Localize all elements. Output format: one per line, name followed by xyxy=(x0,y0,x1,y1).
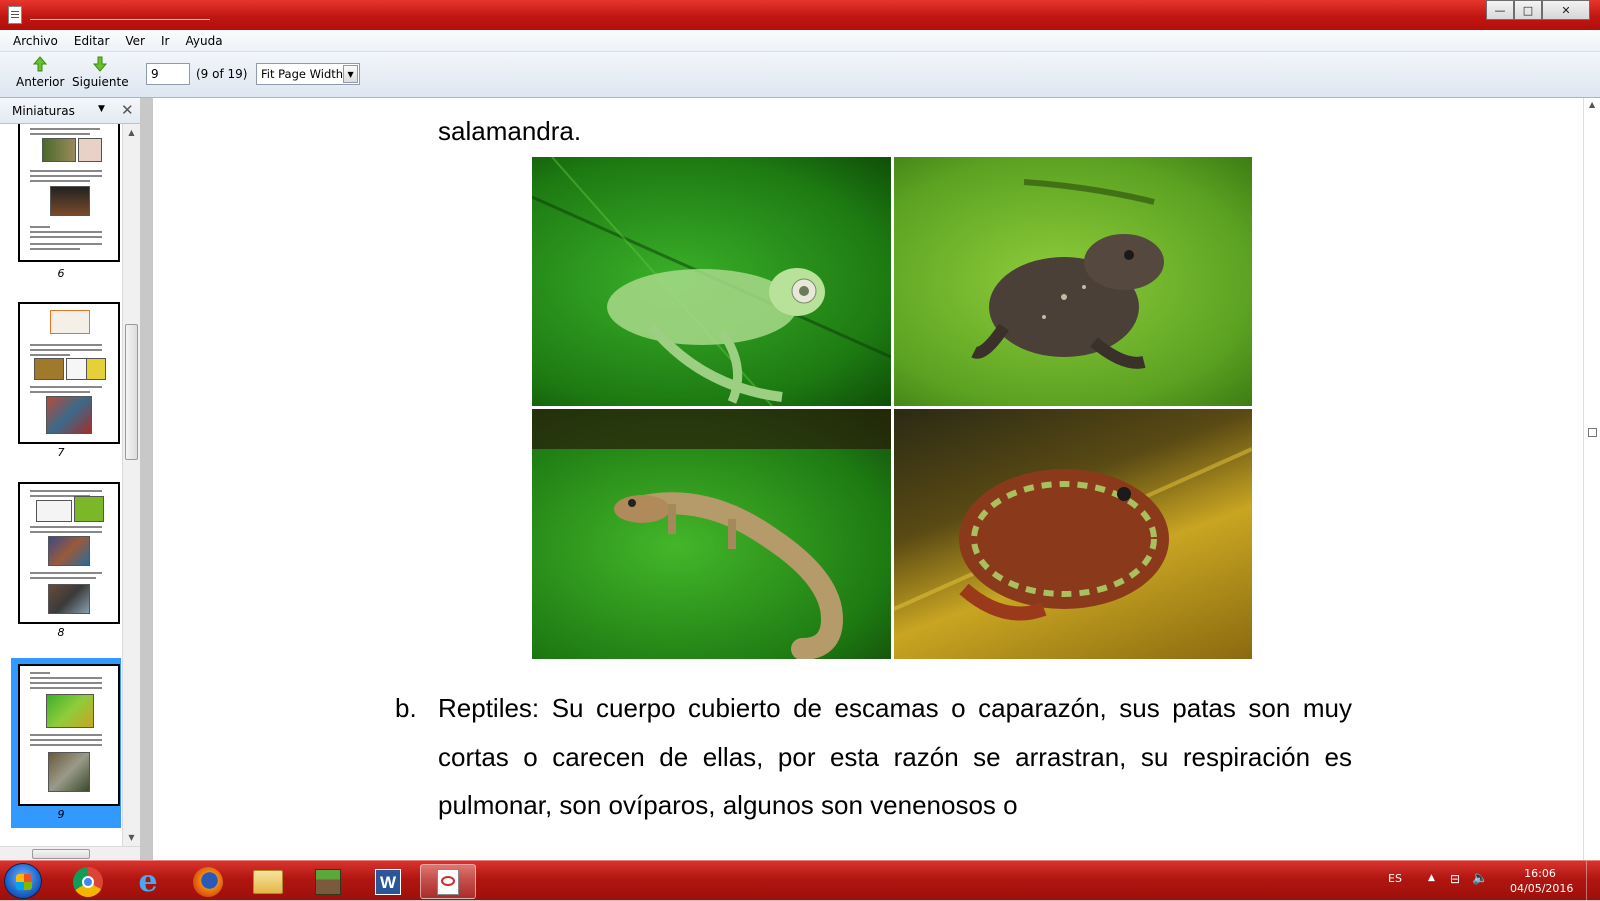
document-scrollbar[interactable]: ▲ xyxy=(1583,98,1600,860)
menu-editar[interactable]: Editar xyxy=(71,34,113,48)
amphibian-photo-grid xyxy=(532,157,1252,659)
menu-archivo[interactable]: Archivo xyxy=(10,34,61,48)
chrome-icon xyxy=(73,866,103,897)
previous-page-label: Anterior xyxy=(16,75,65,89)
salamander-photo xyxy=(532,409,891,659)
cropped-text-line xyxy=(433,98,1333,100)
network-icon[interactable]: ⊟ xyxy=(1450,872,1460,886)
previous-page-button[interactable]: Anterior xyxy=(16,56,64,94)
horned-frog-photo xyxy=(894,409,1252,659)
close-panel-icon[interactable]: ✕ xyxy=(121,101,134,119)
document-viewport[interactable]: salamandra. b. Reptiles: Su cuerpo cubie… xyxy=(141,98,1600,860)
pdf-reader-icon xyxy=(437,868,459,895)
paragraph-end-text: salamandra. xyxy=(438,116,582,146)
menu-ayuda[interactable]: Ayuda xyxy=(182,34,225,48)
thumbnail-page-label-selected: 9 xyxy=(57,808,65,821)
taskbar: e W ES ▲ ⊟ 🔈 16:06 04/05/2016 xyxy=(0,860,1600,901)
arrow-up-icon xyxy=(33,56,48,72)
zoom-value: Fit Page Width xyxy=(261,67,344,81)
taskbar-chrome[interactable] xyxy=(60,864,116,899)
system-tray: ES ▲ ⊟ 🔈 16:06 04/05/2016 xyxy=(1370,861,1600,901)
taskbar-internet-explorer[interactable]: e xyxy=(120,864,176,899)
menu-ver[interactable]: Ver xyxy=(122,34,148,48)
minimize-button[interactable]: — xyxy=(1486,0,1514,20)
taskbar-minecraft[interactable] xyxy=(300,864,356,899)
start-button[interactable] xyxy=(4,863,42,899)
next-page-label: Siguiente xyxy=(72,75,129,89)
zoom-select[interactable]: Fit Page Width ▼ xyxy=(256,63,360,85)
scroll-up-icon[interactable]: ▲ xyxy=(123,124,140,141)
show-desktop-button[interactable] xyxy=(1586,861,1600,901)
page-number-input[interactable] xyxy=(146,63,190,85)
panel-title: Miniaturas xyxy=(12,104,75,118)
clock[interactable]: 16:06 04/05/2016 xyxy=(1510,866,1574,896)
thumbnails-horizontal-scrollbar[interactable] xyxy=(0,846,140,860)
thumbnails-scrollbar[interactable]: ▲ ▼ xyxy=(122,124,140,846)
scroll-down-icon[interactable]: ▼ xyxy=(123,829,140,846)
document-page: salamandra. b. Reptiles: Su cuerpo cubie… xyxy=(153,98,1583,860)
thumbnail-page-label: 7 xyxy=(57,446,65,459)
thumbnail-list: 6 7 8 9 xyxy=(0,124,122,846)
minecraft-icon xyxy=(315,868,341,895)
app-document-icon xyxy=(8,6,22,24)
thumbnail-page-label: 8 xyxy=(57,626,65,639)
scrollbar-thumb[interactable] xyxy=(125,324,138,460)
maximize-button[interactable]: □ xyxy=(1514,0,1542,20)
title-bar: — □ ✕ xyxy=(0,0,1600,30)
menu-bar: Archivo Editar Ver Ir Ayuda xyxy=(0,30,1600,52)
language-indicator[interactable]: ES xyxy=(1388,872,1402,885)
taskbar-pdf-reader[interactable] xyxy=(420,864,476,899)
brown-toad-photo xyxy=(894,157,1252,406)
menu-ir[interactable]: Ir xyxy=(158,34,172,48)
next-page-button[interactable]: Siguiente xyxy=(72,56,129,94)
clock-date: 04/05/2016 xyxy=(1510,882,1574,895)
taskbar-firefox[interactable] xyxy=(180,864,236,899)
arrow-down-icon xyxy=(93,56,108,72)
clock-time: 16:06 xyxy=(1524,867,1556,880)
reptiles-paragraph: Reptiles: Su cuerpo cubierto de escamas … xyxy=(438,693,1352,820)
folder-icon xyxy=(253,869,283,894)
close-button[interactable]: ✕ xyxy=(1542,0,1590,20)
internet-explorer-icon: e xyxy=(138,863,158,899)
firefox-icon xyxy=(193,866,223,897)
toolbar: Anterior Siguiente (9 of 19) Fit Page Wi… xyxy=(0,52,1600,98)
thumbnail-page-label: 6 xyxy=(57,267,65,280)
thumbnails-panel: Miniaturas ▼ ✕ 6 7 8 9 ▲ ▼ xyxy=(0,98,140,860)
glass-frog-photo xyxy=(532,157,891,406)
thumbnail-page-selected[interactable] xyxy=(18,664,120,806)
show-hidden-icons-icon[interactable]: ▲ xyxy=(1428,873,1435,883)
list-marker: b. xyxy=(395,693,417,723)
volume-icon[interactable]: 🔈 xyxy=(1472,871,1488,886)
taskbar-word[interactable]: W xyxy=(360,864,416,899)
window-controls: — □ ✕ xyxy=(1486,0,1590,20)
scrollbar-thumb[interactable] xyxy=(1588,428,1597,437)
thumbnail-page[interactable] xyxy=(18,302,120,444)
page-count: (9 of 19) xyxy=(196,67,248,81)
word-icon: W xyxy=(375,868,401,895)
horizontal-scrollbar-thumb[interactable] xyxy=(32,849,90,859)
panel-menu-chevron-icon[interactable]: ▼ xyxy=(98,104,105,114)
window-title xyxy=(30,6,210,20)
panel-header: Miniaturas ▼ ✕ xyxy=(0,98,140,124)
chevron-down-icon[interactable]: ▼ xyxy=(343,65,358,83)
thumbnail-page[interactable] xyxy=(18,124,120,262)
scroll-up-icon[interactable]: ▲ xyxy=(1589,100,1595,109)
thumbnail-page[interactable] xyxy=(18,482,120,624)
taskbar-file-explorer[interactable] xyxy=(240,864,296,899)
